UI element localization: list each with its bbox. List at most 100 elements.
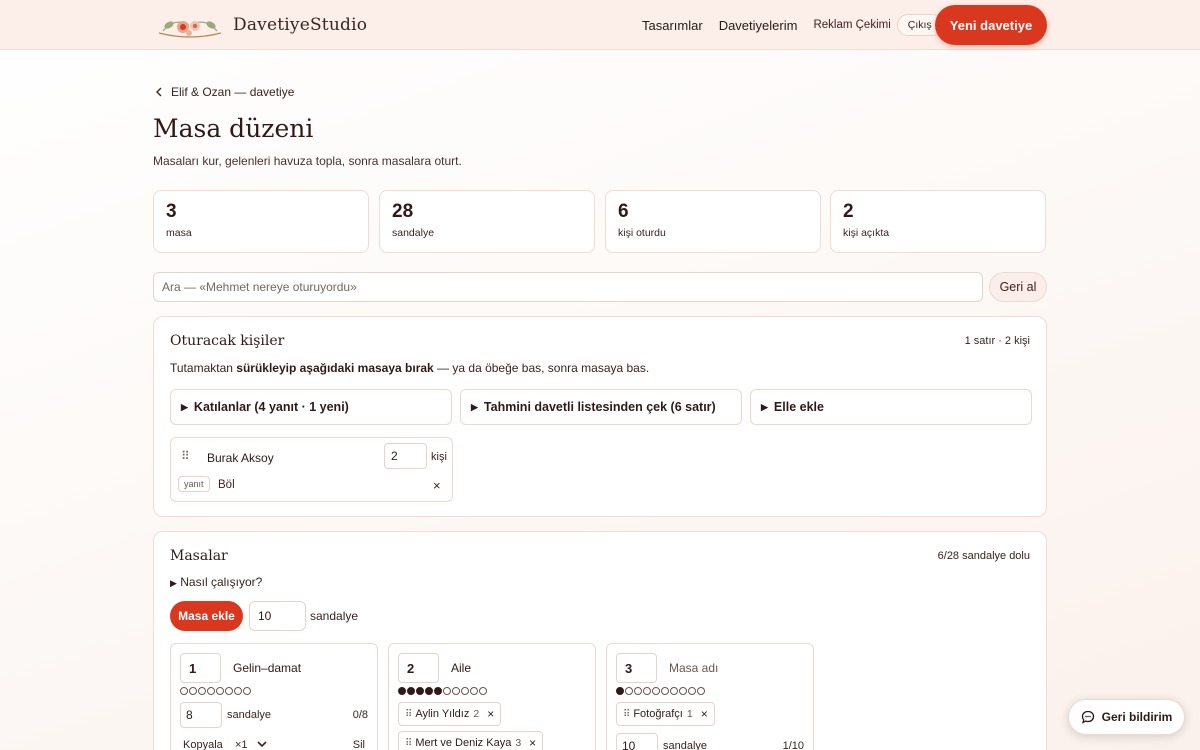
table-seats-input[interactable] [616, 733, 658, 750]
disclosure-estimated-list[interactable]: ▶ Tahmini davetli listesinden çek (6 sat… [460, 389, 742, 425]
page-subtitle: Masaları kur, gelenleri havuza topla, so… [153, 154, 462, 168]
guest-count-input[interactable] [384, 443, 427, 469]
seated-guest-chip[interactable]: ⠿ Fotoğrafçı 1 × [616, 702, 715, 726]
feedback-button[interactable]: Geri bildirim [1068, 699, 1185, 735]
guest-pool-panel: Oturacak kişiler 1 satır · 2 kişi Tutama… [153, 316, 1047, 517]
breadcrumb[interactable]: Elif & Ozan — davetiye [155, 85, 294, 99]
seats-unit-label: sandalye [663, 740, 708, 750]
pool-count: 1 satır · 2 kişi [964, 335, 1030, 347]
table-number-input[interactable] [398, 653, 439, 683]
seats-unit-label: sandalye [227, 709, 272, 721]
seated-guest-chip[interactable]: ⠿ Mert ve Deniz Kaya 3 × [398, 731, 544, 750]
table-card[interactable]: sandalye 0/8 Kopyala ×1 Sil [170, 643, 378, 750]
copy-button[interactable]: Kopyala [183, 739, 223, 750]
floral-logo-icon [158, 21, 222, 38]
new-invitation-button[interactable]: Yeni davetiye [935, 5, 1047, 45]
response-tag: yanıt [178, 476, 210, 492]
empty-seat-dot [216, 687, 224, 695]
stat-card-tables: 3 masa [153, 190, 369, 253]
empty-seat-dot [452, 687, 460, 695]
table-seats-input[interactable] [180, 702, 222, 728]
empty-seat-dot [443, 687, 451, 695]
tables-panel: Masalar 6/28 sandalye dolu ▶ Nasıl çalış… [153, 531, 1047, 750]
nav-designs[interactable]: Tasarımlar [642, 18, 703, 33]
empty-seat-dot [234, 687, 242, 695]
table-name-input[interactable] [445, 653, 585, 683]
brand[interactable]: DavetiyeStudio [155, 11, 367, 39]
stat-label: kişi açıkta [843, 227, 890, 239]
nav-my-invitations[interactable]: Davetiyelerim [719, 18, 798, 33]
brand-name: DavetiyeStudio [233, 15, 368, 35]
table-card[interactable]: ⠿ Aylin Yıldız 2 × ⠿ Mert ve Deniz Kaya … [388, 643, 596, 750]
empty-seat-dot [189, 687, 197, 695]
how-it-works-disclosure[interactable]: ▶ Nasıl çalışıyor? [170, 575, 262, 589]
empty-seat-dot [470, 687, 478, 695]
empty-seat-dot [652, 687, 660, 695]
stat-value: 2 [843, 201, 854, 222]
table-fill-count: 1/10 [782, 740, 804, 750]
table-number-input[interactable] [180, 653, 221, 683]
empty-seat-dot [207, 687, 215, 695]
empty-seat-dot [679, 687, 687, 695]
default-seats-input[interactable] [249, 601, 306, 631]
triangle-right-icon: ▶ [170, 578, 177, 588]
table-name-input[interactable] [663, 653, 803, 683]
occupied-seat-dot [425, 687, 433, 695]
chip-name: Aylin Yıldız [415, 708, 470, 720]
how-it-works-label: Nasıl çalışıyor? [180, 575, 263, 589]
table-name-input[interactable] [227, 653, 367, 683]
page-title: Masa düzeni [153, 114, 314, 143]
seated-guest-chip[interactable]: ⠿ Aylin Yıldız 2 × [398, 702, 502, 726]
delete-table-button[interactable]: Sil [353, 739, 365, 750]
drag-handle-icon[interactable]: ⠿ [181, 449, 190, 463]
stat-label: sandalye [392, 227, 435, 239]
stat-card-chairs: 28 sandalye [379, 190, 595, 253]
chip-count: 2 [473, 708, 480, 720]
empty-seat-dot [670, 687, 678, 695]
guest-group-card[interactable]: ⠿ Burak Aksoy kişi yanıt Böl × [170, 437, 453, 502]
table-card[interactable]: ⠿ Fotoğrafçı 1 × sandalye 1/10 [606, 643, 814, 750]
empty-seat-dot [180, 687, 188, 695]
guest-count-unit: kişi [431, 451, 447, 463]
triangle-right-icon: ▶ [181, 401, 188, 412]
seat-dots [398, 687, 487, 695]
stat-value: 6 [618, 201, 629, 222]
stat-card-unseated: 2 kişi açıkta [830, 190, 1046, 253]
undo-button[interactable]: Geri al [989, 272, 1047, 302]
chip-name: Mert ve Deniz Kaya [415, 737, 512, 749]
stat-value: 28 [392, 201, 414, 222]
search-input[interactable] [153, 272, 983, 302]
close-icon[interactable]: × [529, 736, 536, 750]
chip-count: 1 [686, 708, 693, 720]
empty-seat-dot [225, 687, 233, 695]
empty-seat-dot [688, 687, 696, 695]
occupied-seat-dot [616, 687, 624, 695]
close-icon[interactable]: × [487, 707, 494, 721]
panel-title: Masalar [170, 548, 228, 564]
empty-seat-dot [198, 687, 206, 695]
drag-handle-icon[interactable]: ⠿ [623, 709, 630, 720]
empty-seat-dot [243, 687, 251, 695]
disclosure-manual-add[interactable]: ▶ Elle ekle [750, 389, 1032, 425]
seat-dots [616, 687, 705, 695]
drag-handle-icon[interactable]: ⠿ [405, 738, 412, 749]
disclosure-label: Tahmini davetli listesinden çek (6 satır… [483, 400, 716, 414]
drag-handle-icon[interactable]: ⠿ [405, 709, 412, 720]
table-number-input[interactable] [616, 653, 657, 683]
seats-unit-label: sandalye [310, 609, 359, 623]
disclosure-label: Elle ekle [773, 400, 824, 414]
copy-multiplier-select[interactable]: ×1 [235, 739, 267, 750]
guest-name: Burak Aksoy [207, 451, 274, 465]
close-icon[interactable]: × [701, 707, 708, 721]
chat-bubble-icon [1081, 710, 1094, 724]
empty-seat-dot [461, 687, 469, 695]
chip-count: 3 [515, 737, 522, 749]
disclosure-attendees[interactable]: ▶ Katılanlar (4 yanıt · 1 yeni) [170, 389, 452, 425]
add-table-button[interactable]: Masa ekle [170, 601, 243, 631]
pool-hint: Tutamaktan sürükleyip aşağıdaki masaya b… [170, 361, 650, 375]
split-button[interactable]: Böl [218, 479, 235, 491]
occupied-seat-dot [416, 687, 424, 695]
close-icon[interactable]: × [433, 479, 441, 492]
user-name: Reklam Çekimi [813, 19, 891, 31]
chip-name: Fotoğrafçı [633, 708, 683, 720]
